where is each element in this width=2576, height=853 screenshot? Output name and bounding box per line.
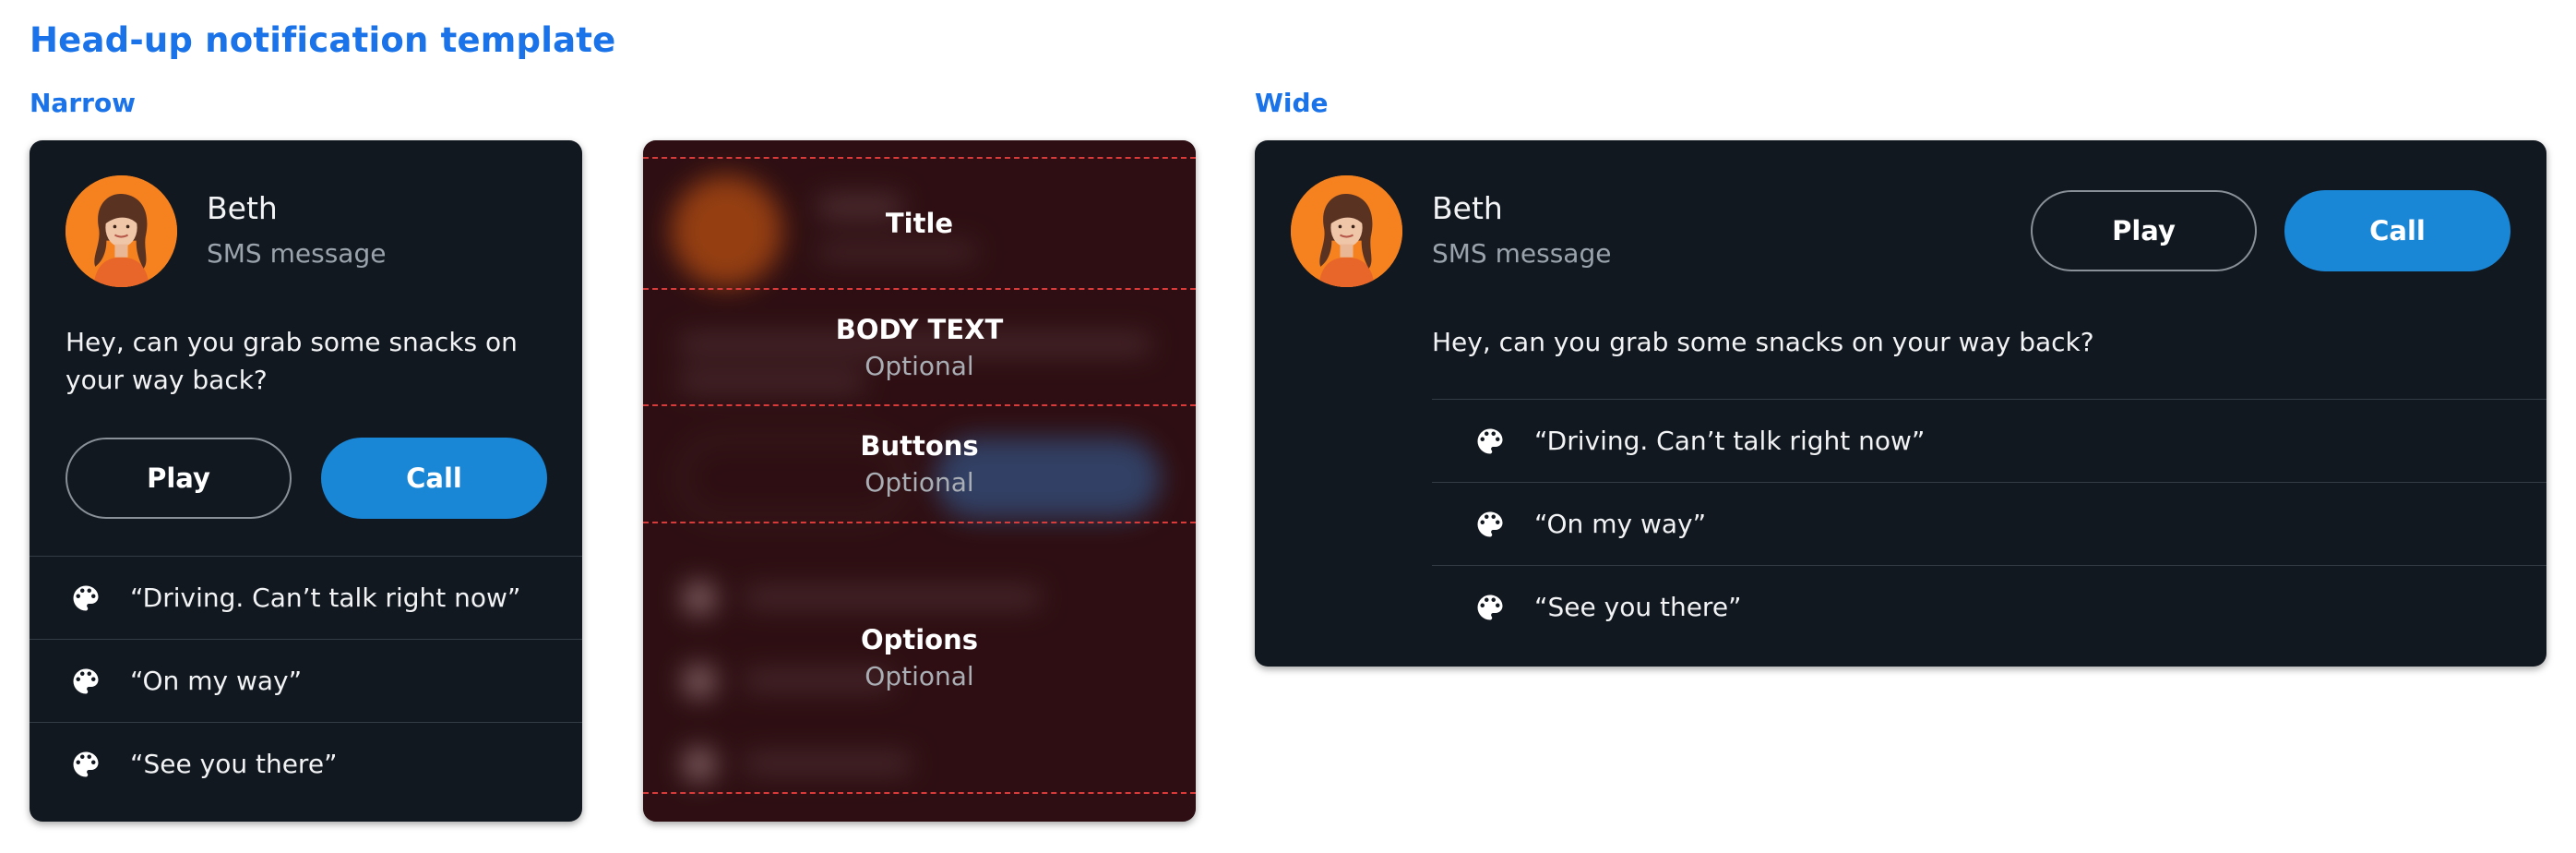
message-type: SMS message <box>207 238 387 269</box>
page-title: Head-up notification template <box>30 20 616 60</box>
option-label: “Driving. Can’t talk right now” <box>130 583 521 613</box>
body-text-zone: BODY TEXT Optional <box>643 290 1196 406</box>
sender-name: Beth <box>207 190 278 226</box>
quick-reply-option[interactable]: “Driving. Can’t talk right now” <box>1432 399 2546 482</box>
message-body: Hey, can you grab some snacks on your wa… <box>1432 327 2094 357</box>
quick-reply-option[interactable]: “See you there” <box>1432 565 2546 648</box>
options-zone: Options Optional <box>643 523 1196 794</box>
body-text-zone-optional: Optional <box>865 350 974 381</box>
sender-avatar <box>1291 175 1402 287</box>
palette-icon <box>1473 591 1507 624</box>
call-button[interactable]: Call <box>321 438 547 519</box>
sender-name: Beth <box>1432 190 1503 226</box>
options-zone-label: Options <box>860 624 979 655</box>
option-label: “On my way” <box>130 666 303 696</box>
narrow-section-label: Narrow <box>30 88 137 118</box>
buttons-zone-optional: Optional <box>865 467 974 498</box>
palette-icon <box>1473 425 1507 458</box>
quick-reply-option[interactable]: “On my way” <box>30 639 582 722</box>
quick-reply-option[interactable]: “On my way” <box>1432 482 2546 565</box>
palette-icon <box>69 748 102 781</box>
options-zone-optional: Optional <box>865 661 974 691</box>
play-button[interactable]: Play <box>66 438 292 519</box>
option-label: “See you there” <box>1534 592 1742 622</box>
buttons-zone-label: Buttons <box>860 430 979 462</box>
narrow-notification-card[interactable]: Beth SMS message Hey, can you grab some … <box>30 140 582 822</box>
spec-annotation-card: Title BODY TEXT Optional Buttons Optiona… <box>643 140 1196 822</box>
option-label: “On my way” <box>1534 509 1707 539</box>
message-body: Hey, can you grab some snacks on your wa… <box>66 327 518 395</box>
title-zone: Title <box>643 157 1196 290</box>
message-type: SMS message <box>1432 238 1612 269</box>
call-button[interactable]: Call <box>2284 190 2510 271</box>
buttons-zone: Buttons Optional <box>643 406 1196 523</box>
option-label: “See you there” <box>130 749 338 779</box>
body-text-zone-label: BODY TEXT <box>835 313 1004 345</box>
title-zone-label: Title <box>885 208 954 239</box>
wide-notification-card[interactable]: Beth SMS message Play Call Hey, can you … <box>1255 140 2546 667</box>
quick-reply-option[interactable]: “See you there” <box>30 722 582 805</box>
quick-reply-option[interactable]: “Driving. Can’t talk right now” <box>30 556 582 639</box>
option-label: “Driving. Can’t talk right now” <box>1534 426 1926 456</box>
play-button[interactable]: Play <box>2031 190 2257 271</box>
palette-icon <box>69 665 102 698</box>
sender-avatar <box>66 175 177 287</box>
wide-section-label: Wide <box>1255 88 1329 118</box>
palette-icon <box>1473 508 1507 541</box>
palette-icon <box>69 582 102 615</box>
